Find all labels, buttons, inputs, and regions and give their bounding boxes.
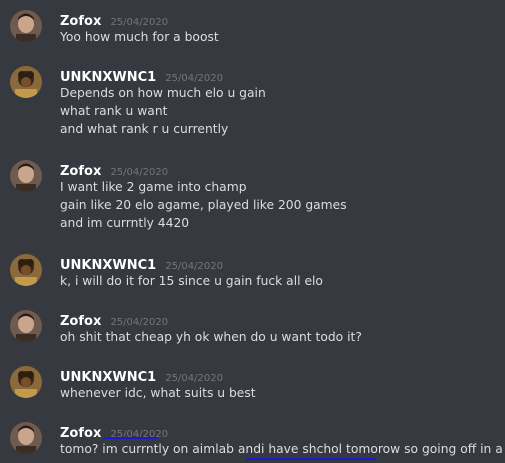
- timestamp: 25/04/2020: [110, 317, 169, 328]
- message-text: Depends on how much elo u gain: [60, 86, 266, 100]
- text-annotation-underline: [246, 458, 376, 460]
- message-text: whenever idc, what suits u best: [60, 386, 256, 400]
- timestamp: 25/04/2020: [165, 261, 223, 272]
- message-header: UNKNXWNC1 25/04/2020: [60, 366, 223, 385]
- chat-messages: Zofox 25/04/2020 Yoo how much for a boos…: [0, 0, 505, 463]
- username[interactable]: Zofox: [60, 164, 101, 179]
- message-header: UNKNXWNC1 25/04/2020: [60, 66, 223, 85]
- message-header: Zofox 25/04/2020: [60, 310, 168, 329]
- timestamp: 25/04/2020: [165, 73, 223, 84]
- message-text: and im currntly 4420: [60, 216, 190, 230]
- timestamp: 25/04/2020: [165, 373, 223, 384]
- zofox-avatar-icon[interactable]: [10, 160, 42, 192]
- message-text: k, i will do it for 15 since u gain fuck…: [60, 274, 323, 288]
- message-header: UNKNXWNC1 25/04/2020: [60, 254, 223, 273]
- timestamp-annotation-underline: [104, 437, 158, 439]
- username[interactable]: Zofox: [60, 14, 101, 29]
- username[interactable]: UNKNXWNC1: [60, 370, 156, 385]
- username[interactable]: UNKNXWNC1: [60, 258, 156, 273]
- username[interactable]: Zofox: [60, 314, 101, 329]
- zofox-avatar-icon[interactable]: [10, 10, 42, 42]
- username[interactable]: Zofox: [60, 426, 101, 441]
- message-header: Zofox 25/04/2020: [60, 10, 168, 29]
- message-text: Yoo how much for a boost: [60, 30, 219, 44]
- unknxwnc1-avatar-icon[interactable]: [10, 66, 42, 98]
- message-text: I want like 2 game into champ: [60, 180, 247, 194]
- message-text: tomo? im currntly on aimlab andi have sh…: [60, 442, 505, 456]
- message-text: oh shit that cheap yh ok when do u want …: [60, 330, 362, 344]
- timestamp: 25/04/2020: [110, 167, 169, 178]
- timestamp: 25/04/2020: [110, 17, 169, 28]
- zofox-avatar-icon[interactable]: [10, 422, 42, 454]
- message-text: and what rank r u currently: [60, 122, 229, 136]
- message-text: gain like 20 elo agame, played like 200 …: [60, 198, 347, 212]
- message-text: what rank u want: [60, 104, 168, 118]
- unknxwnc1-avatar-icon[interactable]: [10, 366, 42, 398]
- message-header: Zofox 25/04/2020: [60, 160, 168, 179]
- zofox-avatar-icon[interactable]: [10, 310, 42, 342]
- username[interactable]: UNKNXWNC1: [60, 70, 156, 85]
- unknxwnc1-avatar-icon[interactable]: [10, 254, 42, 286]
